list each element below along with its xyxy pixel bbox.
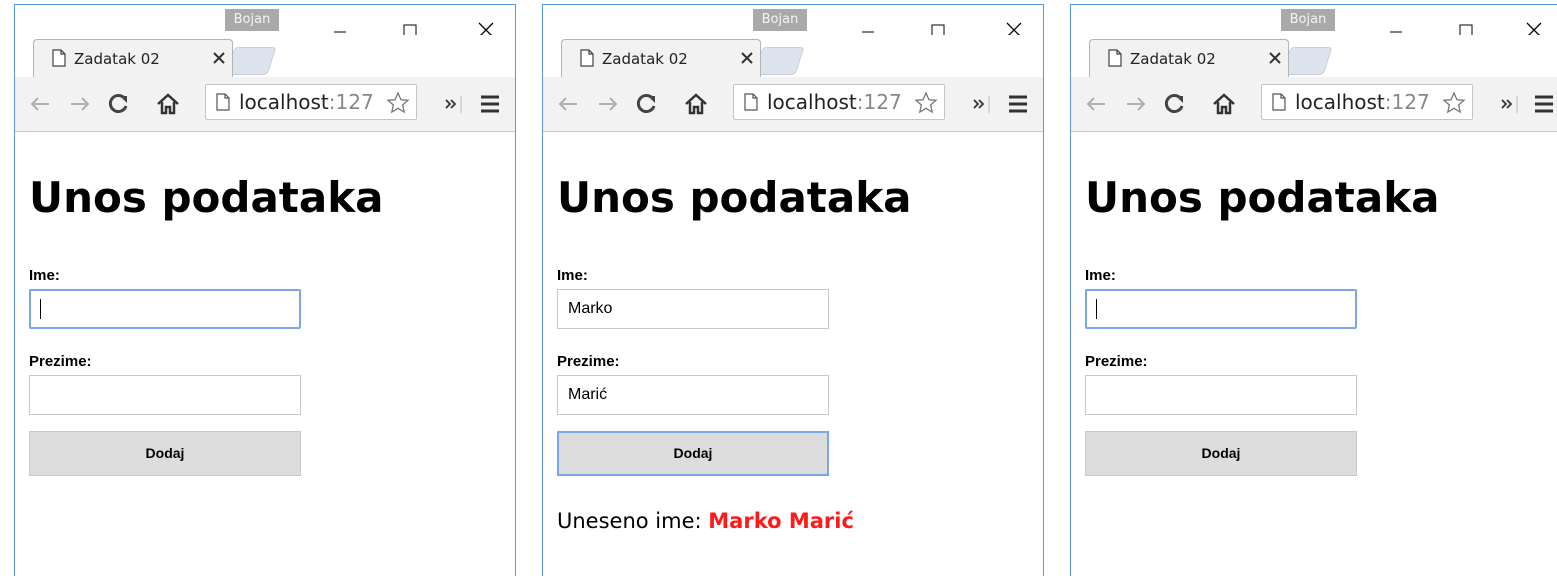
tab-zadatak[interactable]: Zadatak 02 [561, 39, 761, 77]
address-bar[interactable]: localhost:127 [733, 84, 945, 120]
window-close-icon[interactable] [991, 5, 1037, 35]
new-tab-button[interactable] [1281, 47, 1333, 75]
page-content: Unos podataka Ime: Marko Prezime: Marić … [557, 133, 1043, 576]
home-icon[interactable] [683, 91, 709, 117]
reload-icon[interactable] [633, 91, 659, 117]
address-bar[interactable]: localhost:127 [1261, 84, 1473, 120]
toolbar: localhost:127 [15, 77, 515, 132]
ime-input-value: Marko [568, 300, 613, 317]
tab-zadatak[interactable]: Zadatak 02 [1089, 39, 1289, 77]
reload-icon[interactable] [105, 91, 131, 117]
forward-icon[interactable] [1123, 91, 1149, 117]
maximize-icon[interactable] [1443, 5, 1489, 35]
profile-badge[interactable]: Bojan [225, 9, 279, 31]
page-icon [1272, 93, 1286, 111]
page-icon [52, 49, 66, 67]
ime-label: Ime: [557, 267, 588, 284]
ime-input[interactable] [29, 289, 301, 329]
minimize-icon[interactable] [317, 5, 363, 35]
prezime-input[interactable] [29, 375, 301, 415]
star-icon[interactable] [386, 91, 410, 115]
page-content: Unos podataka Ime: Prezime: Dodaj [1085, 133, 1557, 576]
extensions-icon[interactable] [1497, 91, 1523, 117]
tab-zadatak[interactable]: Zadatak 02 [33, 39, 233, 77]
browser-window-2: Bojan Zadatak 02 localhost:127 Unos poda… [542, 4, 1044, 576]
tab-title: Zadatak 02 [602, 50, 688, 68]
close-icon[interactable] [740, 51, 754, 65]
tab-title: Zadatak 02 [1130, 50, 1216, 68]
window-close-icon[interactable] [1511, 5, 1557, 35]
toolbar: localhost:127 [543, 77, 1043, 132]
prezime-input[interactable] [1085, 375, 1357, 415]
back-icon[interactable] [27, 91, 53, 117]
text-caret [40, 299, 41, 319]
forward-icon[interactable] [595, 91, 621, 117]
page-title: Unos podataka [1085, 173, 1440, 222]
dodaj-button[interactable]: Dodaj [1085, 431, 1357, 476]
title-bar: Bojan [1071, 5, 1557, 42]
new-tab-button[interactable] [753, 47, 805, 75]
address-bar[interactable]: localhost:127 [205, 84, 417, 120]
ime-label: Ime: [29, 267, 60, 284]
forward-icon[interactable] [67, 91, 93, 117]
page-title: Unos podataka [557, 173, 912, 222]
maximize-icon[interactable] [387, 5, 433, 35]
window-close-icon[interactable] [463, 5, 509, 35]
prezime-input-value: Marić [568, 386, 608, 403]
profile-badge[interactable]: Bojan [753, 9, 807, 31]
dodaj-button[interactable]: Dodaj [557, 431, 829, 476]
dodaj-button[interactable]: Dodaj [29, 431, 301, 476]
back-icon[interactable] [1083, 91, 1109, 117]
result-name: Marko Marić [708, 509, 854, 533]
url-text: localhost:127 [767, 90, 902, 114]
url-text: localhost:127 [239, 90, 374, 114]
page-icon [216, 93, 230, 111]
maximize-icon[interactable] [915, 5, 961, 35]
extensions-icon[interactable] [969, 91, 995, 117]
close-icon[interactable] [1268, 51, 1282, 65]
toolbar: localhost:127 [1071, 77, 1557, 132]
result-prefix: Uneseno ime: [557, 509, 709, 533]
ime-input[interactable] [1085, 289, 1357, 329]
minimize-icon[interactable] [1373, 5, 1419, 35]
title-bar: Bojan [15, 5, 515, 42]
minimize-icon[interactable] [845, 5, 891, 35]
ime-label: Ime: [1085, 267, 1116, 284]
browser-window-1: Bojan Zadatak 02 localhost:127 Unos poda… [14, 4, 516, 576]
menu-icon[interactable] [1005, 91, 1031, 117]
prezime-label: Prezime: [557, 353, 620, 370]
title-bar: Bojan [543, 5, 1043, 42]
home-icon[interactable] [155, 91, 181, 117]
reload-icon[interactable] [1161, 91, 1187, 117]
page-icon [580, 49, 594, 67]
page-icon [1108, 49, 1122, 67]
new-tab-button[interactable] [225, 47, 277, 75]
menu-icon[interactable] [477, 91, 503, 117]
star-icon[interactable] [914, 91, 938, 115]
prezime-label: Prezime: [1085, 353, 1148, 370]
result-text: Uneseno ime: Marko Marić [557, 509, 854, 533]
page-content: Unos podataka Ime: Prezime: Dodaj [29, 133, 515, 576]
back-icon[interactable] [555, 91, 581, 117]
page-title: Unos podataka [29, 173, 384, 222]
ime-input[interactable]: Marko [557, 289, 829, 329]
close-icon[interactable] [212, 51, 226, 65]
profile-badge[interactable]: Bojan [1281, 9, 1335, 31]
star-icon[interactable] [1442, 91, 1466, 115]
prezime-label: Prezime: [29, 353, 92, 370]
extensions-icon[interactable] [441, 91, 467, 117]
text-caret [1096, 299, 1097, 319]
browser-window-3: Bojan Zadatak 02 localhost:127 Unos poda… [1070, 4, 1557, 576]
menu-icon[interactable] [1531, 91, 1557, 117]
page-icon [744, 93, 758, 111]
tab-title: Zadatak 02 [74, 50, 160, 68]
url-text: localhost:127 [1295, 90, 1430, 114]
home-icon[interactable] [1211, 91, 1237, 117]
prezime-input[interactable]: Marić [557, 375, 829, 415]
